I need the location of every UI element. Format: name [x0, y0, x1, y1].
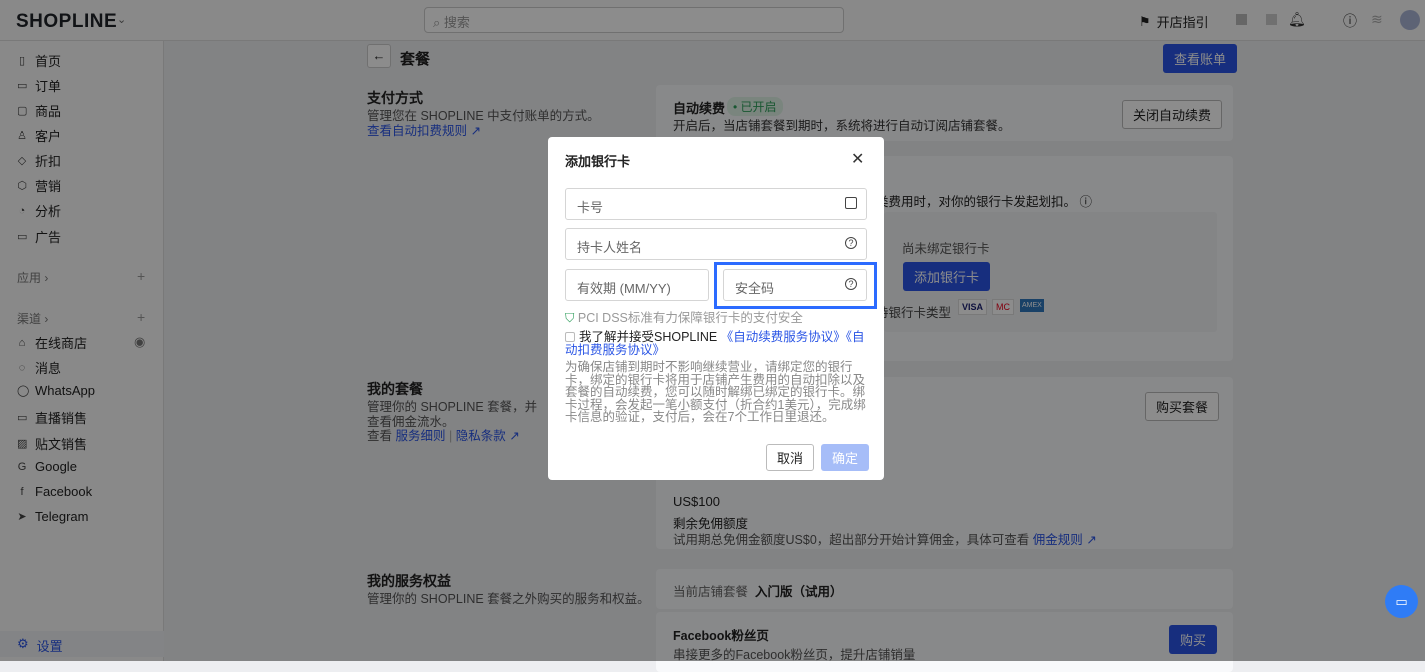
help-icon[interactable]: ? [845, 237, 857, 249]
chat-icon[interactable]: ▭ [1385, 585, 1418, 618]
modal-desc: 为确保店铺到期时不影响继续营业，请绑定您的银行卡，绑定的银行卡将用于店铺产生费用… [565, 360, 866, 424]
pci-text: PCI DSS标准有力保障银行卡的支付安全 [577, 311, 803, 325]
cardholder-input[interactable]: 持卡人姓名? [565, 228, 867, 260]
shield-icon: ⛉ [565, 311, 575, 325]
highlight-box [714, 262, 877, 309]
placeholder: 卡号 [577, 200, 604, 215]
agree-checkbox[interactable] [565, 332, 575, 342]
agree-text: 我了解并接受SHOPLINE [579, 330, 718, 344]
pci-note: ⛉ PCI DSS标准有力保障银行卡的支付安全 [565, 307, 803, 326]
card-number-input[interactable]: 卡号 [565, 188, 867, 220]
lock-icon [845, 197, 857, 209]
agreement: 我了解并接受SHOPLINE 《自动续费服务协议》《自动扣费服务协议》 [565, 331, 870, 357]
close-icon[interactable]: ✕ [851, 149, 864, 169]
auto-renew-agreement-link[interactable]: 《自动续费服务协议》 [721, 330, 846, 344]
cancel-button[interactable]: 取消 [766, 444, 815, 471]
placeholder: 持卡人姓名 [577, 240, 643, 255]
placeholder: 有效期 (MM/YY) [577, 281, 671, 296]
expiry-input[interactable]: 有效期 (MM/YY) [565, 269, 709, 301]
modal-title: 添加银行卡 [565, 154, 631, 169]
confirm-button[interactable]: 确定 [821, 444, 870, 471]
